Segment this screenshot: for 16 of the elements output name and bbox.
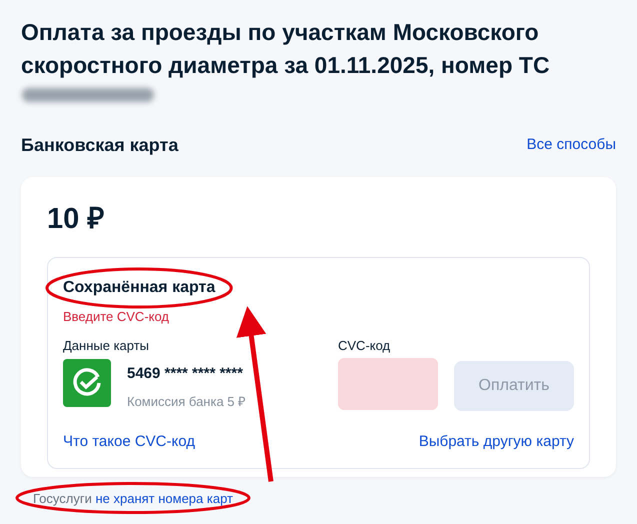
- choose-other-card-link[interactable]: Выбрать другую карту: [418, 431, 574, 454]
- page-title: Оплата за проезды по участкам Московского скоростного диаметра за 01.11.2025, номер ТС: [21, 18, 551, 80]
- bank-logo-icon: [63, 359, 111, 407]
- error-message: Введите CVC-код: [63, 308, 170, 326]
- all-methods-link[interactable]: Все способы: [526, 134, 616, 157]
- payment-method-heading: Банковская карта: [21, 134, 178, 157]
- cvc-label: CVC-код: [338, 336, 392, 355]
- saved-card-title: Сохранённая карта: [63, 278, 216, 298]
- card-storage-note: Госуслуги не хранят номера карт: [33, 490, 233, 506]
- card-data-label: Данные карты: [63, 336, 150, 355]
- amount: 10 ₽: [47, 202, 106, 237]
- card-storage-link[interactable]: не хранят номера карт: [95, 490, 233, 506]
- bank-commission: Комиссия банка 5 ₽: [127, 392, 246, 410]
- card-number: 5469 **** **** ****: [127, 364, 244, 384]
- cvc-field[interactable]: [338, 358, 438, 410]
- cvc-help-link[interactable]: Что такое CVC-код: [63, 431, 195, 454]
